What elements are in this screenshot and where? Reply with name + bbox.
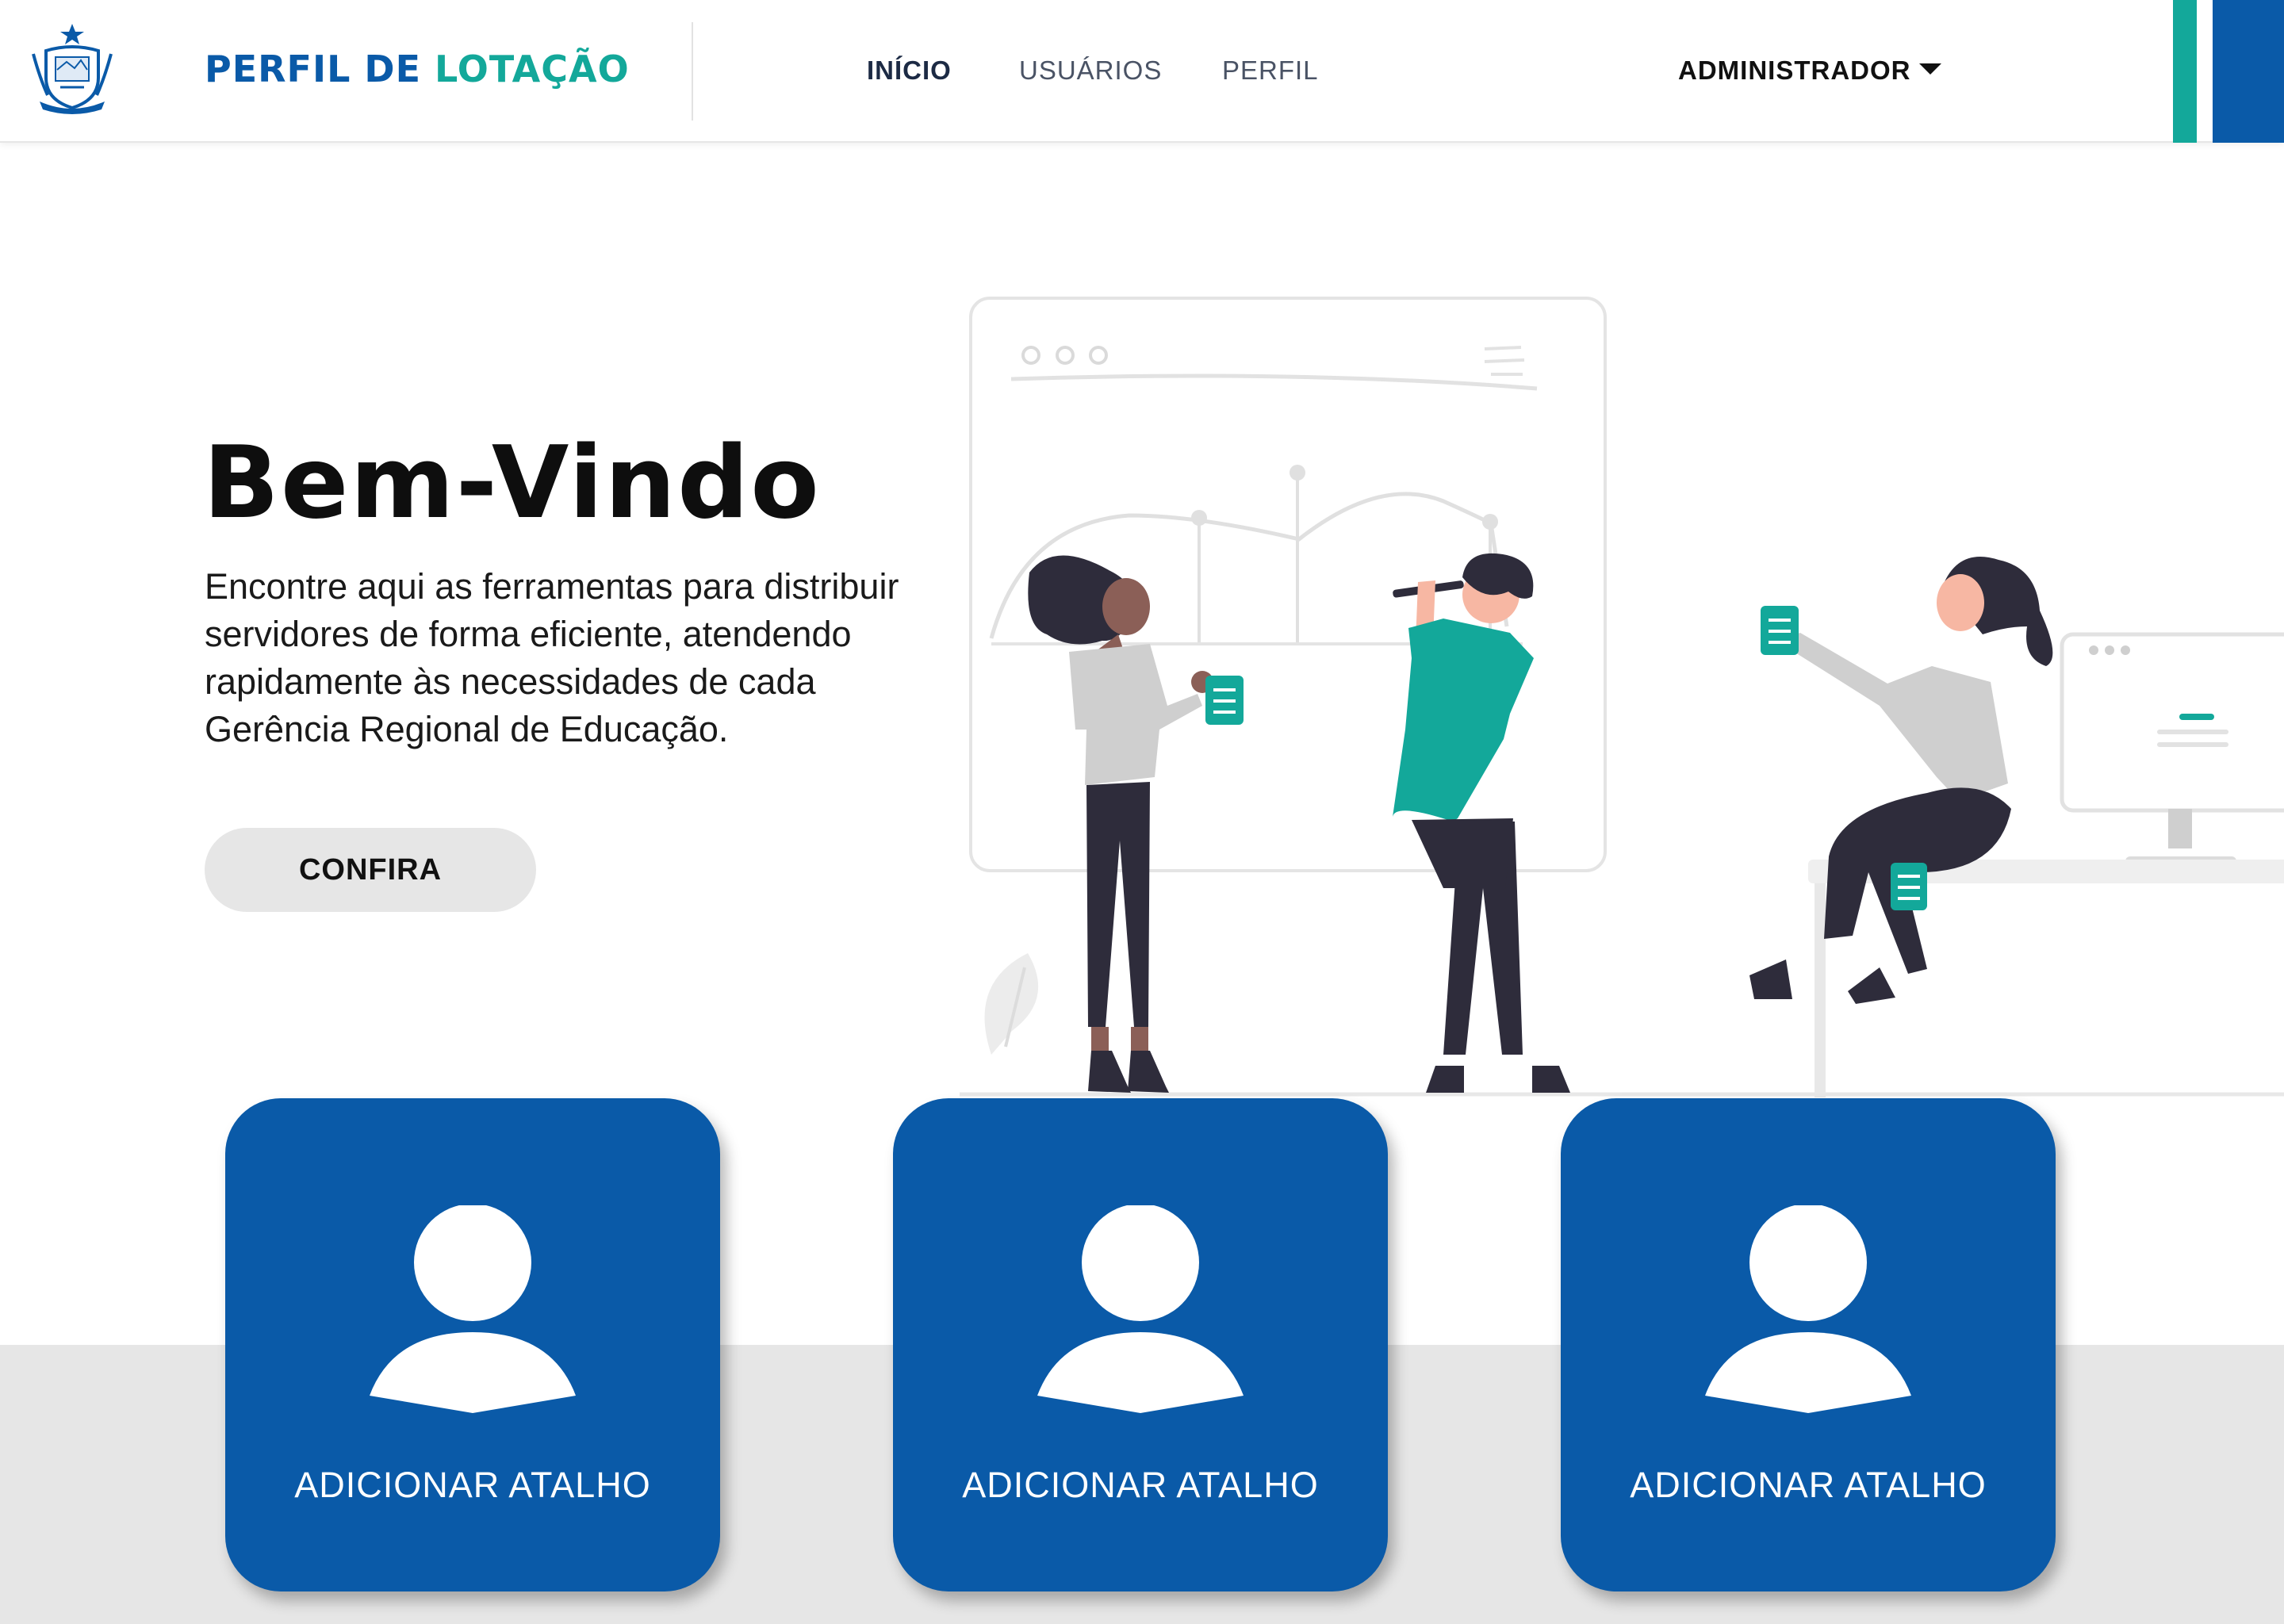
shortcut-card-2[interactable]: ADICIONAR ATALHO [893,1098,1388,1591]
shortcut-label: ADICIONAR ATALHO [962,1465,1319,1505]
user-menu-label[interactable]: ADMINISTRADOR [1678,56,1910,86]
nav-item-inicio[interactable]: INÍCIO [867,56,952,86]
hero-description: Encontre aqui as ferramentas para distri… [205,566,899,749]
shortcut-label: ADICIONAR ATALHO [1630,1465,1987,1505]
confira-button[interactable]: CONFIRA [205,828,536,912]
shortcut-card-1[interactable]: ADICIONAR ATALHO [225,1098,720,1591]
top-navbar: PERFIL DE LOTAÇÃO INÍCIO USUÁRIOS PERFIL… [0,0,2284,143]
caret-down-icon[interactable] [1919,63,1941,75]
shortcut-label: ADICIONAR ATALHO [294,1465,651,1505]
app-title: PERFIL DE LOTAÇÃO [205,48,630,90]
app-title-part1: PERFIL DE [205,48,422,90]
team-dashboard-illustration [960,297,2284,1097]
accent-stripe-teal [2173,0,2197,143]
shortcut-card-3[interactable]: ADICIONAR ATALHO [1561,1098,2056,1591]
app-title-part2: LOTAÇÃO [435,48,630,90]
user-icon [1705,1205,1911,1413]
user-icon [370,1205,576,1413]
state-crest-logo[interactable] [29,22,116,116]
header-divider [692,22,693,121]
accent-stripe-blue [2213,0,2284,143]
user-icon [1037,1205,1244,1413]
nav-item-perfil[interactable]: PERFIL [1222,56,1319,86]
nav-item-usuarios[interactable]: USUÁRIOS [1019,56,1162,86]
hero-title: Bem-Vindo [203,424,821,541]
